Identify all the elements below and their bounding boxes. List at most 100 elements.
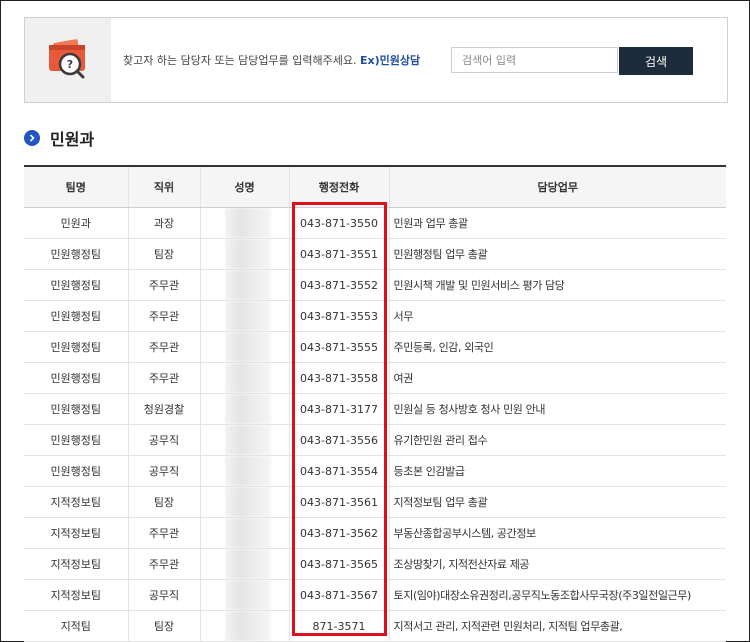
- header-position: 직위: [127, 166, 200, 208]
- table-row: 민원행정팀 주무관 043-871-3558 여권: [24, 362, 726, 394]
- team-cell: 지적정보팀: [24, 517, 128, 549]
- wallet-search-icon: ?: [49, 39, 85, 79]
- table-row: 민원과 과장 043-871-3550 민원과 업무 총괄: [24, 207, 726, 239]
- phone-cell: 043-871-3565: [288, 548, 389, 580]
- team-cell: 지적정보팀: [24, 486, 128, 518]
- chevron-right-icon: [24, 130, 40, 146]
- redacted-name: [224, 549, 271, 579]
- duty-cell: 민원과 업무 총괄: [388, 207, 726, 239]
- duty-cell: 부동산종합공부시스템, 공간정보: [388, 517, 726, 549]
- name-cell: [199, 300, 289, 332]
- redacted-name: [224, 301, 271, 331]
- team-cell: 지적정보팀: [24, 548, 128, 580]
- table-row: 민원행정팀 주무관 043-871-3555 주민등록, 인감, 외국인: [24, 331, 726, 363]
- redacted-name: [224, 611, 271, 641]
- redacted-name: [224, 580, 271, 610]
- svg-text:?: ?: [67, 58, 73, 71]
- position-cell: 주무관: [127, 517, 200, 549]
- position-cell: 주무관: [127, 300, 200, 332]
- search-button[interactable]: 검색: [619, 47, 693, 75]
- redacted-name: [224, 425, 271, 455]
- redacted-name: [224, 270, 271, 300]
- duty-cell: 등초본 인감발급: [388, 455, 726, 487]
- search-input[interactable]: [451, 47, 618, 73]
- duty-cell: 토지(임야)대장소유권정리,공무직노동조합사무국장(주3일전일근무): [388, 579, 726, 611]
- section-heading: 민원과: [24, 127, 94, 149]
- staff-table: 팀명 직위 성명 행정전화 담당업무 민원과 과장 043-871-3550 민원과 …: [24, 165, 726, 642]
- team-cell: 민원행정팀: [24, 393, 128, 425]
- search-example: Ex)민원상담: [360, 54, 421, 67]
- name-cell: [199, 331, 289, 363]
- duty-cell: 지적서고 관리, 지적관련 민원처리, 지적팀 업무총괄,: [388, 610, 726, 642]
- position-cell: 팀장: [127, 486, 200, 518]
- section-title: 민원과: [50, 130, 95, 149]
- duty-cell: 민원시책 개발 및 민원서비스 평가 담당: [388, 269, 726, 301]
- team-cell: 지적팀: [24, 610, 128, 642]
- position-cell: 공무직: [127, 424, 200, 456]
- duty-cell: 여권: [388, 362, 726, 394]
- phone-cell: 043-871-3562: [288, 517, 389, 549]
- phone-cell: 043-871-3553: [288, 300, 389, 332]
- table-row: 지적정보팀 주무관 043-871-3565 조상땅찾기, 지적전산자료 제공: [24, 548, 726, 580]
- redacted-name: [224, 239, 271, 269]
- duty-cell: 주민등록, 인감, 외국인: [388, 331, 726, 363]
- redacted-name: [224, 518, 271, 548]
- phone-cell: 043-871-3177: [288, 393, 389, 425]
- phone-cell: 043-871-3554: [288, 455, 389, 487]
- phone-cell: 043-871-3556: [288, 424, 389, 456]
- redacted-name: [224, 487, 271, 517]
- table-row: 민원행정팀 팀장 043-871-3551 민원행정팀 업무 총괄: [24, 238, 726, 270]
- duty-cell: 서무: [388, 300, 726, 332]
- name-cell: [199, 207, 289, 239]
- redacted-name: [224, 363, 271, 393]
- name-cell: [199, 486, 289, 518]
- table-row: 지적정보팀 팀장 043-871-3561 지적정보팀 업무 총괄: [24, 486, 726, 518]
- search-icon-panel: ?: [25, 18, 111, 102]
- name-cell: [199, 393, 289, 425]
- name-cell: [199, 238, 289, 270]
- name-cell: [199, 548, 289, 580]
- team-cell: 민원행정팀: [24, 331, 128, 363]
- duty-cell: 지적정보팀 업무 총괄: [388, 486, 726, 518]
- search-guide: 찾고자 하는 담당자 또는 담당업무를 입력해주세요. Ex)민원상담: [123, 52, 420, 68]
- team-cell: 민원과: [24, 207, 128, 239]
- table-row: 민원행정팀 주무관 043-871-3553 서무: [24, 300, 726, 332]
- table-row: 지적정보팀 주무관 043-871-3562 부동산종합공부시스템, 공간정보: [24, 517, 726, 549]
- position-cell: 팀장: [127, 610, 200, 642]
- redacted-name: [224, 208, 271, 238]
- phone-cell: 043-871-3555: [288, 331, 389, 363]
- team-cell: 민원행정팀: [24, 424, 128, 456]
- position-cell: 공무직: [127, 455, 200, 487]
- redacted-name: [224, 332, 271, 362]
- duty-cell: 민원행정팀 업무 총괄: [388, 238, 726, 270]
- header-name: 성명: [199, 166, 289, 208]
- phone-cell: 043-871-3552: [288, 269, 389, 301]
- duty-cell: 민원실 등 청사방호 청사 민원 안내: [388, 393, 726, 425]
- position-cell: 주무관: [127, 331, 200, 363]
- duty-cell: 조상땅찾기, 지적전산자료 제공: [388, 548, 726, 580]
- team-cell: 지적정보팀: [24, 579, 128, 611]
- header-duty: 담당업무: [388, 166, 726, 208]
- phone-cell: 043-871-3561: [288, 486, 389, 518]
- table-row: 지적정보팀 공무직 043-871-3567 토지(임야)대장소유권정리,공무직노동조…: [24, 579, 726, 611]
- position-cell: 팀장: [127, 238, 200, 270]
- position-cell: 청원경찰: [127, 393, 200, 425]
- header-phone: 행정전화: [288, 166, 389, 208]
- position-cell: 주무관: [127, 362, 200, 394]
- phone-cell: 043-871-3567: [288, 579, 389, 611]
- table-row: 지적팀 팀장 871-3571 지적서고 관리, 지적관련 민원처리, 지적팀 업무총…: [24, 610, 726, 642]
- table-row: 민원행정팀 청원경찰 043-871-3177 민원실 등 청사방호 청사 민원 안내: [24, 393, 726, 425]
- table-row: 민원행정팀 주무관 043-871-3552 민원시책 개발 및 민원서비스 평가 담…: [24, 269, 726, 301]
- team-cell: 민원행정팀: [24, 300, 128, 332]
- name-cell: [199, 610, 289, 642]
- name-cell: [199, 517, 289, 549]
- header-team: 팀명: [24, 166, 128, 208]
- phone-cell: 043-871-3551: [288, 238, 389, 270]
- table-header-row: 팀명 직위 성명 행정전화 담당업무: [24, 166, 726, 208]
- name-cell: [199, 579, 289, 611]
- team-cell: 민원행정팀: [24, 238, 128, 270]
- position-cell: 과장: [127, 207, 200, 239]
- phone-cell: 871-3571: [288, 610, 389, 642]
- phone-cell: 043-871-3558: [288, 362, 389, 394]
- position-cell: 주무관: [127, 269, 200, 301]
